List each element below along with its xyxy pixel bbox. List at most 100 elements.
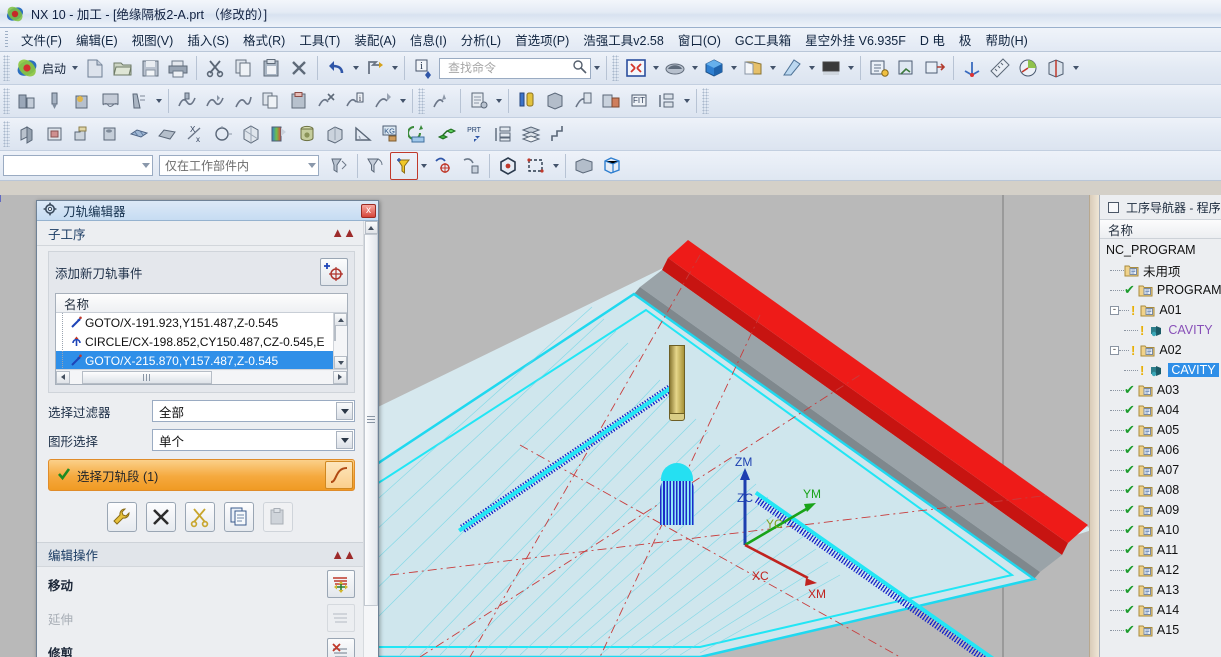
menu-d-dian[interactable]: D 电 xyxy=(913,28,952,51)
start-chevron-down-icon[interactable] xyxy=(69,54,80,82)
menu-help[interactable]: 帮助(H) xyxy=(978,28,1034,51)
layer-visible-icon[interactable] xyxy=(893,54,921,82)
edit-op-trim-row[interactable]: 修剪 xyxy=(37,635,363,657)
toolbar-grip[interactable] xyxy=(702,88,709,114)
pad-icon[interactable] xyxy=(69,120,97,148)
dialog-scroll-up-button[interactable] xyxy=(364,221,378,234)
scroll-track[interactable] xyxy=(334,325,347,356)
menu-analysis[interactable]: 分析(L) xyxy=(454,28,508,51)
search-input[interactable] xyxy=(446,60,573,76)
paste-path-icon[interactable] xyxy=(285,87,313,115)
fit-arrows-icon[interactable] xyxy=(622,54,650,82)
color-swatch-icon[interactable] xyxy=(817,54,845,82)
create-tool-icon[interactable] xyxy=(41,87,69,115)
navigator-tab-strip[interactable] xyxy=(1089,195,1099,657)
orient-chevron-down-icon[interactable] xyxy=(728,54,739,82)
create-program-icon[interactable] xyxy=(97,87,125,115)
menu-format[interactable]: 格式(R) xyxy=(236,28,292,51)
angle-measure-icon[interactable] xyxy=(349,120,377,148)
cut-button[interactable] xyxy=(185,502,215,532)
generate-path-icon[interactable] xyxy=(173,87,201,115)
navigator-column-header[interactable]: 名称 xyxy=(1100,219,1221,239)
tree-collapse-icon[interactable]: - xyxy=(1110,305,1119,315)
tree-node-未用项[interactable]: 未用项 xyxy=(1100,260,1221,280)
toolbar1-overflow-chevron-down-icon[interactable] xyxy=(1070,54,1081,82)
nx-start-icon[interactable] xyxy=(13,54,41,82)
path-transform-icon[interactable] xyxy=(369,87,397,115)
prt-export-icon[interactable]: PRT xyxy=(461,120,489,148)
navigator-tree[interactable]: NC_PROGRAM 未用项 ✔ PROGRAM -! A01! CAVITY -! A02! C… xyxy=(1100,239,1221,657)
list-vertical-scrollbar[interactable] xyxy=(333,313,347,369)
list-view-icon[interactable] xyxy=(489,120,517,148)
tree-node-a12[interactable]: ✔ A12 xyxy=(1100,560,1221,580)
tree-node-a15[interactable]: ✔ A15 xyxy=(1100,620,1221,640)
no-selection-filter-icon[interactable] xyxy=(325,152,353,180)
chevron-down-icon[interactable] xyxy=(308,163,316,168)
path-info-icon[interactable]: i xyxy=(341,87,369,115)
toolbar-grip[interactable] xyxy=(3,55,10,81)
menu-xingkong-plugin[interactable]: 星空外挂 V6.935F xyxy=(798,28,913,51)
close-icon[interactable]: x xyxy=(361,203,376,218)
menu-window[interactable]: 窗口(O) xyxy=(671,28,728,51)
tree-node-a03[interactable]: ✔ A03 xyxy=(1100,380,1221,400)
section-sub-operation-header[interactable]: 子工序 ▲▲ xyxy=(37,221,363,246)
trim-sheet-icon[interactable] xyxy=(153,120,181,148)
tree-node-a11[interactable]: ✔ A11 xyxy=(1100,540,1221,560)
list-item-selected[interactable]: GOTO/X-215.870,Y157.487,Z-0.545 xyxy=(56,351,333,369)
solid-face-icon[interactable] xyxy=(570,152,598,180)
steps-icon[interactable] xyxy=(545,120,573,148)
chevron-up-icon[interactable]: ▲▲ xyxy=(331,548,356,561)
dialog-vertical-scrollbar[interactable] xyxy=(363,221,378,657)
search-chevron-down-icon[interactable] xyxy=(591,54,602,82)
block-icon[interactable] xyxy=(41,120,69,148)
menu-ji[interactable]: 极 xyxy=(952,28,979,51)
tool-display-icon[interactable] xyxy=(513,87,541,115)
info-diamond-icon[interactable]: i xyxy=(409,54,437,82)
select-chevron-down-icon[interactable] xyxy=(550,152,561,180)
edit-op-move-row[interactable]: 移动 xyxy=(37,567,363,601)
circle-sketch-icon[interactable] xyxy=(209,120,237,148)
graphic-selection-dropdown[interactable]: 单个 xyxy=(152,429,355,451)
dialog-scroll-thumb[interactable] xyxy=(364,234,378,606)
open-folder-icon[interactable] xyxy=(108,54,136,82)
chevron-down-icon[interactable] xyxy=(142,163,150,168)
cut-path-icon[interactable] xyxy=(313,87,341,115)
list-item[interactable]: CIRCLE/CX-198.852,CY150.487,CZ-0.545,E xyxy=(56,332,333,351)
tree-node-a04[interactable]: ✔ A04 xyxy=(1100,400,1221,420)
type-filter-combo[interactable] xyxy=(3,155,153,176)
toolbar-grip[interactable] xyxy=(3,88,10,114)
layers-stack-icon[interactable] xyxy=(517,120,545,148)
redo-chevron-down-icon[interactable] xyxy=(389,54,400,82)
menu-assembly[interactable]: 装配(A) xyxy=(347,28,403,51)
create-geometry-icon[interactable] xyxy=(13,87,41,115)
tree-node-a02[interactable]: -! A02 xyxy=(1100,340,1221,360)
new-file-icon[interactable] xyxy=(80,54,108,82)
style-chevron-down-icon[interactable] xyxy=(806,54,817,82)
geometry-view-icon[interactable] xyxy=(569,87,597,115)
start-menu-label[interactable]: 启动 xyxy=(41,60,69,77)
chevron-up-icon[interactable]: ▲▲ xyxy=(331,226,356,239)
chevron-down-icon[interactable] xyxy=(336,431,353,449)
tree-node-a05[interactable]: ✔ A05 xyxy=(1100,420,1221,440)
point-constructor-icon[interactable] xyxy=(457,152,485,180)
scroll-right-button[interactable] xyxy=(333,370,347,384)
selection-filter-icon[interactable] xyxy=(362,152,390,180)
create-chevron-down-icon[interactable] xyxy=(153,87,164,115)
command-search-box[interactable] xyxy=(439,57,592,79)
menu-insert[interactable]: 插入(S) xyxy=(180,28,236,51)
tree-node-a14[interactable]: ✔ A14 xyxy=(1100,600,1221,620)
trim-path-icon[interactable] xyxy=(327,638,355,657)
layer-move-icon[interactable] xyxy=(921,54,949,82)
scissors-icon[interactable] xyxy=(201,54,229,82)
datum-plane-icon[interactable]: Xx xyxy=(181,120,209,148)
taper-icon[interactable] xyxy=(321,120,349,148)
list-rows[interactable]: GOTO/X-191.923,Y151.487,Z-0.545 CIRCLE/C… xyxy=(56,313,333,369)
redo-arrow-icon[interactable] xyxy=(361,54,389,82)
rectangle-select-icon[interactable] xyxy=(522,152,550,180)
create-method-icon[interactable] xyxy=(69,87,97,115)
delete-button[interactable] xyxy=(146,502,176,532)
hscroll-track[interactable] xyxy=(70,370,333,384)
toolbar-grip[interactable] xyxy=(418,88,425,114)
machine-order-icon[interactable] xyxy=(653,87,681,115)
copy-path-icon[interactable] xyxy=(257,87,285,115)
